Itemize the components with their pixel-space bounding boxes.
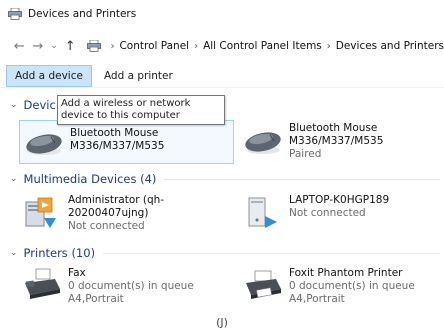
figure-caption: (J) [216, 316, 228, 329]
section-devices-title: Devic [23, 98, 56, 112]
device-tile-mouse-1[interactable]: Bluetooth Mouse M336/M337/M535 [19, 120, 234, 164]
chevron-down-icon[interactable]: ⌄ [10, 248, 18, 258]
crumb-all-items[interactable]: All Control Panel Items [203, 40, 322, 52]
fax-icon [22, 267, 62, 303]
media-status: Not connected [68, 220, 145, 232]
device-model: M336/M337/M535 [289, 135, 384, 147]
media-tile-administrator[interactable]: Administrator (qh-20200407ujng) Not conn… [22, 194, 237, 233]
title-bar: Devices and Printers [0, 0, 444, 28]
printer-tile-fax[interactable]: Fax 0 document(s) in queue A4,Portrait [22, 267, 237, 306]
chevron-down-icon[interactable]: ⌄ [10, 174, 18, 184]
address-bar: ← → ⌄ ↑ › Control Panel › All Control Pa… [0, 32, 444, 60]
computer-tower-icon [243, 194, 283, 230]
media-server-icon [22, 194, 62, 230]
crumb-devices-printers[interactable]: Devices and Printers [336, 40, 444, 52]
section-printers-title: Printers (10) [23, 246, 96, 260]
device-model: M336/M337/M535 [70, 140, 165, 152]
section-printers[interactable]: ⌄ Printers (10) [10, 246, 440, 260]
add-printer-button[interactable]: Add a printer [96, 65, 181, 87]
device-name: Bluetooth Mouse [289, 122, 378, 134]
chevron-right-icon[interactable]: › [327, 41, 331, 52]
devices-printers-window: Devices and Printers ← → ⌄ ↑ › Control P… [0, 0, 444, 313]
mouse-icon [243, 122, 283, 158]
printer-paper: A4,Portrait [68, 293, 124, 305]
section-divider [103, 252, 440, 254]
window-title: Devices and Printers [28, 8, 137, 20]
section-multimedia[interactable]: ⌄ Multimedia Devices (4) [10, 172, 440, 186]
add-device-button[interactable]: Add a device [6, 64, 92, 87]
media-name: Administrator (qh-20200407ujng) [68, 194, 165, 219]
crumb-control-panel[interactable]: Control Panel [119, 40, 189, 52]
printer-queue: 0 document(s) in queue [68, 280, 194, 292]
device-name: Bluetooth Mouse [70, 127, 159, 139]
section-divider [164, 178, 440, 180]
printer-icon [243, 267, 283, 303]
printer-name: Foxit Phantom Printer [289, 267, 403, 279]
mouse-icon [24, 127, 64, 163]
printer-icon [8, 7, 22, 20]
media-status: Not connected [289, 207, 366, 219]
chevron-right-icon[interactable]: › [110, 41, 114, 52]
printer-paper: A4,Portrait [289, 293, 345, 305]
media-tile-laptop[interactable]: LAPTOP-K0HGP189 Not connected [243, 194, 438, 230]
chevron-right-icon[interactable]: › [194, 41, 198, 52]
device-tile-mouse-2[interactable]: Bluetooth Mouse M336/M337/M535 Paired [243, 122, 438, 161]
command-bar: Add a device Add a printer [0, 64, 444, 88]
printer-queue: 0 document(s) in queue [289, 280, 415, 292]
back-arrow-icon[interactable]: ← [12, 37, 27, 55]
chevron-down-icon[interactable]: ⌄ [49, 37, 59, 55]
printer-name: Fax [68, 267, 86, 279]
chevron-down-icon[interactable]: ⌄ [10, 100, 18, 110]
device-status: Paired [289, 148, 322, 160]
control-panel-icon [87, 39, 102, 52]
section-multimedia-title: Multimedia Devices (4) [23, 172, 157, 186]
media-name: LAPTOP-K0HGP189 [289, 194, 390, 206]
forward-arrow-icon[interactable]: → [31, 37, 46, 55]
printer-tile-foxit[interactable]: Foxit Phantom Printer 0 document(s) in q… [243, 267, 438, 306]
breadcrumb: › Control Panel › All Control Panel Item… [87, 39, 444, 52]
tooltip: Add a wireless or network device to this… [57, 95, 225, 125]
up-arrow-icon[interactable]: ↑ [63, 37, 78, 55]
